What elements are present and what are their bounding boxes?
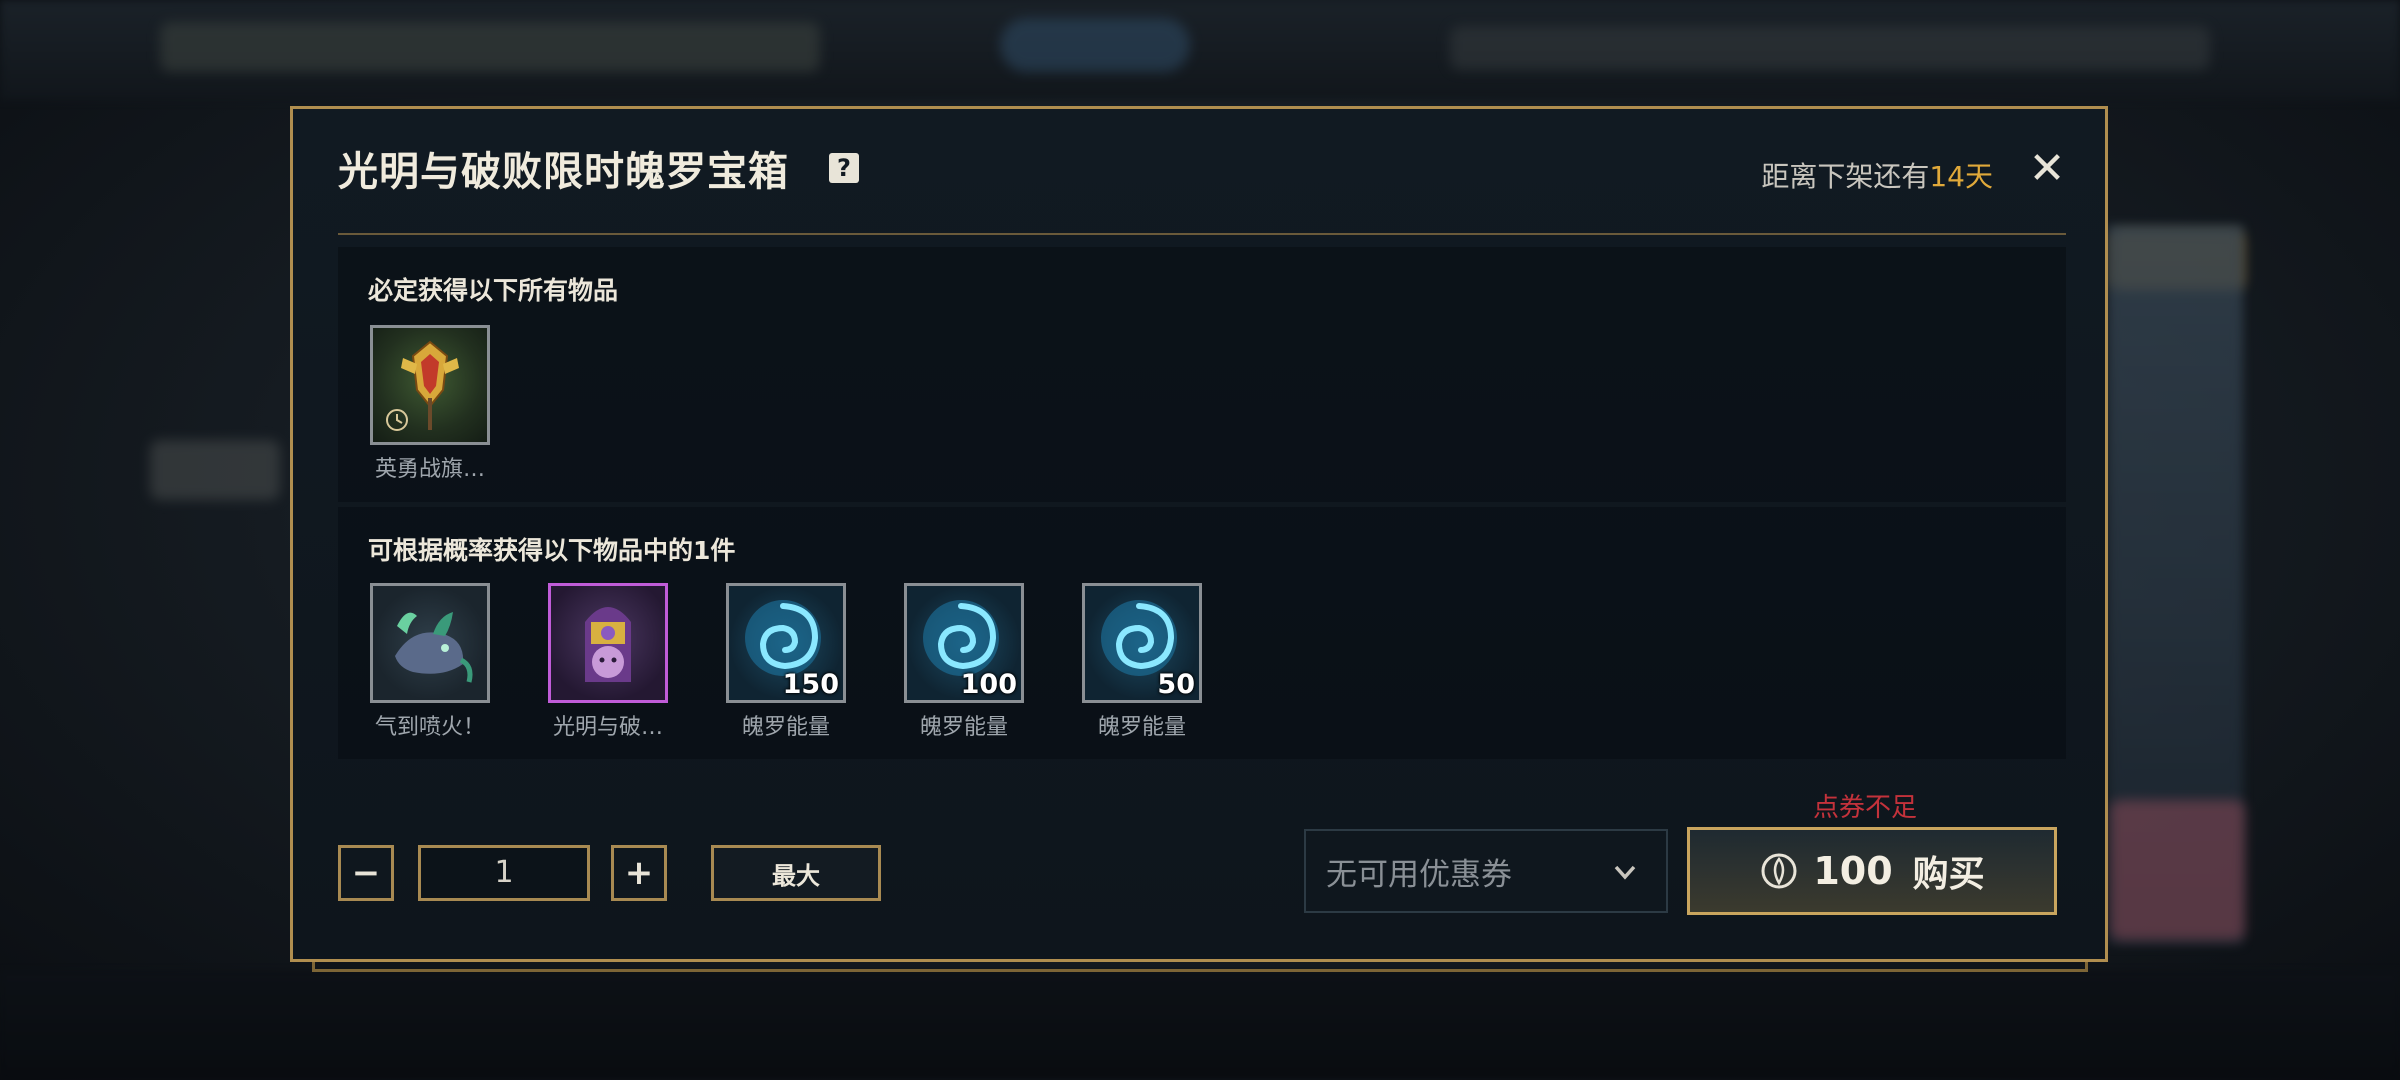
background-blob [1000,18,1190,72]
background-blob [1450,26,2210,70]
reward-item[interactable]: 气到喷火！ [370,583,490,741]
item-name: 魄罗能量 [919,715,1008,740]
item-frame [370,325,490,445]
dialog-title: 光明与破败限时魄罗宝箱 [338,149,789,195]
random-section-title: 可根据概率获得以下物品中的1件 [368,536,736,565]
countdown-prefix: 距离下架还有 [1761,160,1930,193]
countdown-text: 距离下架还有14天 [1761,155,1993,195]
item-frame: 150 [726,583,846,703]
chest-purchase-dialog: 光明与破败限时魄罗宝箱 ? 距离下架还有14天 ✕ 必定获得以下所有物品 英勇战… [290,106,2108,962]
guaranteed-section: 必定获得以下所有物品 英勇战旗… [338,247,2066,502]
reward-item[interactable]: 100 魄罗能量 [904,583,1024,741]
coupon-dropdown-value: 无可用优惠券 [1326,856,1512,893]
item-name: 气到喷火！ [374,715,485,740]
background-blob [160,22,820,72]
banner-icon [386,340,459,431]
item-name: 魄罗能量 [741,715,830,740]
item-frame: 100 [904,583,1024,703]
item-name: 魄罗能量 [1097,715,1186,740]
close-icon: ✕ [2028,143,2066,194]
increase-quantity-button[interactable]: + [611,845,667,901]
title-divider [338,233,2066,235]
item-frame: 50 [1082,583,1202,703]
guaranteed-section-title: 必定获得以下所有物品 [368,276,619,305]
random-section: 可根据概率获得以下物品中的1件 气到喷火！ 光明与破… 150 魄罗能量 100… [338,507,2066,759]
buy-price: 100 [1813,849,1893,893]
buy-button[interactable]: 100 购买 [1687,827,2057,915]
emote-icon [585,607,631,682]
max-quantity-button[interactable]: 最大 [711,845,881,901]
background-blob [150,440,280,500]
chevron-down-icon [1614,865,1636,880]
close-button[interactable]: ✕ [2027,147,2067,191]
item-frame [548,583,668,703]
reward-item[interactable]: 150 魄罗能量 [726,583,846,741]
coupon-dropdown[interactable]: 无可用优惠券 [1304,829,1668,913]
countdown-days: 14天 [1929,160,1993,193]
buy-label: 购买 [1912,854,1985,895]
item-frame [370,583,490,703]
background-blob [2110,800,2245,940]
dragon-icon [395,612,473,683]
item-name: 光明与破… [552,715,663,740]
reward-item[interactable]: 50 魄罗能量 [1082,583,1202,741]
background-bottom-nav [0,970,2400,1080]
rp-currency-icon [1761,853,1797,889]
item-quantity: 100 [960,669,1017,700]
reward-item[interactable]: 光明与破… [548,583,668,741]
insufficient-funds-warning: 点券不足 [1813,793,1918,823]
item-quantity: 150 [782,669,839,700]
reward-item[interactable]: 英勇战旗… [370,325,490,483]
item-quantity: 50 [1157,669,1195,700]
help-icon[interactable]: ? [829,153,859,183]
decrease-quantity-button[interactable]: − [338,845,394,901]
quantity-input[interactable]: 1 [418,845,590,901]
item-name: 英勇战旗… [374,457,485,482]
